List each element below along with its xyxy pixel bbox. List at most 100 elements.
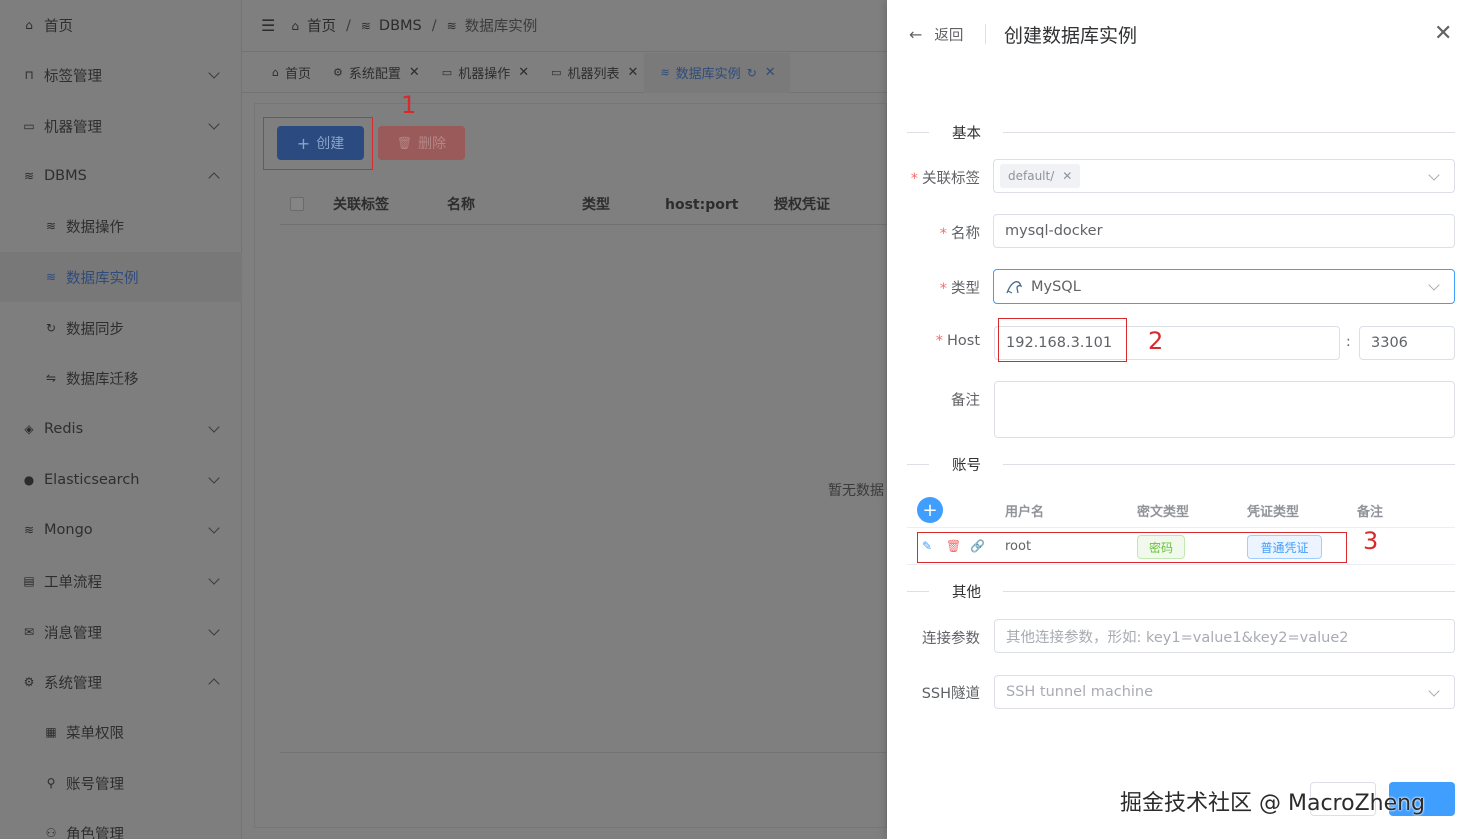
database-icon: ≋: [23, 169, 35, 183]
column-header: 凭证类型: [1247, 505, 1300, 520]
field-label-params: 连接参数: [922, 631, 980, 647]
sidebar-item-dbms[interactable]: ≋ DBMS: [0, 151, 242, 201]
tab-system-config[interactable]: ⚙ 系统配置 ✕: [317, 53, 426, 93]
sync-icon: ↻: [45, 321, 57, 335]
sidebar-item-label: 角色管理: [66, 826, 124, 839]
chevron-up-icon: [208, 678, 220, 690]
trash-icon: 🗑: [396, 136, 413, 150]
tab-machine-list[interactable]: ▭ 机器列表 ✕: [535, 53, 644, 93]
tab-machine-ops[interactable]: ▭ 机器操作 ✕: [426, 53, 535, 93]
divider: [280, 752, 887, 753]
field-label-ssh: SSH隧道: [921, 686, 980, 702]
clipboard-icon: ▤: [23, 574, 35, 588]
tab-bar: ⌂ 首页 ⚙ 系统配置 ✕ ▭ 机器操作 ✕ ▭ 机器列表 ✕ ≋ 数据库实例 …: [242, 52, 887, 93]
sidebar-item-label: 数据操作: [66, 219, 124, 236]
port-separator: :: [1346, 334, 1351, 350]
breadcrumb: ⌂ 首页 / ≋ DBMS / ≋ 数据库实例: [291, 15, 537, 36]
top-header: ☰ ⌂ 首页 / ≋ DBMS / ≋ 数据库实例: [242, 0, 887, 52]
sidebar-item-system[interactable]: ⚙ 系统管理: [0, 657, 242, 707]
menu-toggle-icon[interactable]: ☰: [261, 16, 275, 35]
divider: [985, 24, 986, 44]
name-input[interactable]: mysql-docker: [993, 214, 1455, 248]
column-header: 用户名: [1005, 505, 1045, 520]
sidebar-item-home[interactable]: ⌂ 首页: [0, 0, 242, 50]
sidebar-item-elasticsearch[interactable]: ● Elasticsearch: [0, 455, 242, 505]
type-select[interactable]: MySQL: [993, 269, 1455, 304]
grid-icon: ▦: [45, 725, 57, 739]
chevron-down-icon: [208, 67, 220, 79]
sidebar-item-accounts[interactable]: ⚲ 账号管理: [0, 758, 242, 808]
tab-db-instance[interactable]: ≋ 数据库实例 ↻ ✕: [644, 52, 790, 93]
breadcrumb-item: 数据库实例: [464, 19, 538, 35]
annotation-number: 3: [1363, 527, 1379, 555]
chevron-down-icon: [208, 421, 220, 433]
home-icon: ⌂: [291, 18, 299, 33]
add-account-button[interactable]: +: [917, 497, 943, 523]
sidebar-item-label: 工单流程: [44, 574, 102, 591]
sidebar-item-roles[interactable]: ⚇ 角色管理: [0, 808, 242, 839]
column-header: 密文类型: [1137, 505, 1190, 520]
users-icon: ⚇: [45, 826, 57, 839]
close-icon[interactable]: ✕: [628, 65, 639, 80]
select-all-checkbox[interactable]: [290, 197, 304, 211]
sidebar-item-workflow[interactable]: ▤ 工单流程: [0, 556, 242, 606]
close-icon[interactable]: ✕: [518, 65, 529, 80]
refresh-icon[interactable]: ↻: [747, 66, 757, 80]
section-basic: 基本: [907, 122, 1455, 142]
breadcrumb-separator: /: [431, 17, 437, 34]
sidebar-item-label: 菜单权限: [66, 725, 124, 742]
close-icon[interactable]: ✕: [409, 65, 420, 80]
redis-icon: ◈: [24, 422, 34, 436]
sidebar-item-redis[interactable]: ◈ Redis: [0, 404, 242, 454]
delete-button[interactable]: 🗑 删除: [378, 126, 465, 160]
sidebar-item-messages[interactable]: ✉ 消息管理: [0, 607, 242, 657]
sidebar-item-tags[interactable]: ⊓ 标签管理: [0, 50, 242, 100]
divider: [1003, 464, 1455, 465]
sidebar-item-label: Elasticsearch: [44, 472, 140, 488]
field-label-tags: * 关联标签: [910, 171, 980, 187]
sidebar-item-menu-perms[interactable]: ▦ 菜单权限: [0, 707, 242, 757]
sidebar-item-data-sync[interactable]: ↻ 数据同步: [0, 303, 242, 353]
sidebar-item-db-migration[interactable]: ⇋ 数据库迁移: [0, 353, 242, 403]
sidebar-item-label: 机器管理: [44, 119, 102, 136]
column-header: 关联标签: [333, 197, 389, 213]
params-input[interactable]: 其他连接参数，形如: key1=value1&key2=value2: [994, 619, 1455, 653]
tag-icon: ⊓: [24, 68, 34, 82]
sidebar-item-data-ops[interactable]: ≋ 数据操作: [0, 201, 242, 251]
sidebar-item-mongo[interactable]: ≋ Mongo: [0, 505, 242, 555]
breadcrumb-item[interactable]: DBMS: [379, 18, 422, 34]
tags-select[interactable]: default/ ✕: [993, 159, 1455, 193]
user-icon: ⚲: [46, 776, 56, 790]
close-icon[interactable]: ✕: [1434, 22, 1452, 46]
annotation-box: [917, 532, 1347, 563]
chevron-down-icon: [208, 624, 220, 636]
column-header: 授权凭证: [774, 197, 830, 213]
port-input[interactable]: 3306: [1359, 326, 1455, 360]
divider: [1003, 591, 1455, 592]
sidebar-item-label: 消息管理: [44, 625, 102, 642]
close-icon[interactable]: ✕: [765, 65, 776, 80]
back-button[interactable]: ← 返回: [909, 24, 963, 45]
remark-textarea[interactable]: [994, 381, 1455, 438]
section-account: 账号: [907, 454, 1455, 474]
tab-home[interactable]: ⌂ 首页: [256, 53, 317, 93]
breadcrumb-separator: /: [345, 17, 351, 34]
ssh-tunnel-select[interactable]: SSH tunnel machine: [994, 675, 1455, 709]
column-header: 类型: [582, 197, 610, 213]
monitor-icon: ▭: [23, 119, 35, 133]
breadcrumb-item[interactable]: 首页: [307, 15, 336, 36]
gear-icon: ⚙: [333, 66, 343, 79]
tab-label: 机器操作: [458, 67, 511, 82]
sidebar-item-label: 数据同步: [66, 321, 124, 338]
column-header: 备注: [1357, 505, 1384, 520]
chevron-down-icon: [208, 573, 220, 585]
sidebar-item-label: 数据库迁移: [66, 371, 139, 388]
tag-close-icon[interactable]: ✕: [1062, 169, 1072, 183]
sidebar-item-db-instance[interactable]: ≋ 数据库实例: [0, 252, 242, 302]
sidebar-item-machines[interactable]: ▭ 机器管理: [0, 101, 242, 151]
elasticsearch-icon: ●: [23, 473, 35, 487]
arrow-left-icon: ←: [909, 25, 923, 44]
column-header: 名称: [447, 197, 475, 213]
sidebar-item-label: 首页: [44, 18, 73, 35]
divider: [907, 564, 1455, 565]
